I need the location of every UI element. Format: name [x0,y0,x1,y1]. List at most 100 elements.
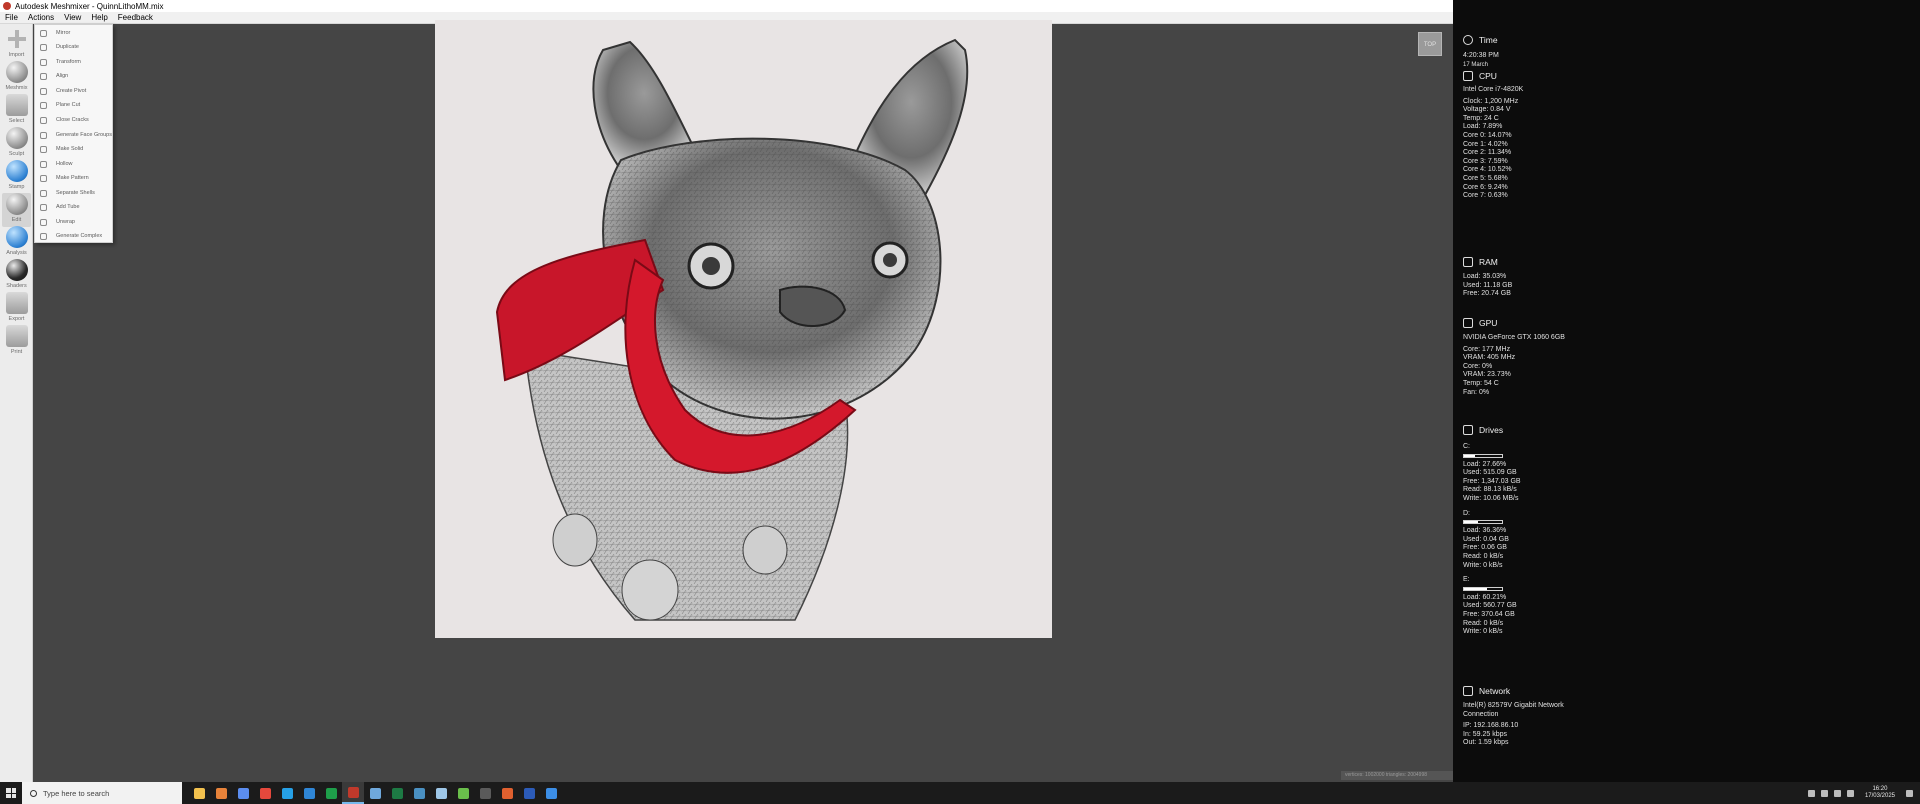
time-section: Time 4:20:38 PM 17 March [1463,35,1499,68]
left-toolbar: Import Meshmix Select Sculpt Stamp Edit … [0,24,33,782]
menu-file[interactable]: File [0,13,23,22]
drive-d-load-bar [1463,520,1503,525]
transform-icon [40,58,47,66]
print-icon [5,325,28,347]
hollow-icon [40,160,47,168]
network-section: Network Intel(R) 82579V Gigabit Network … [1463,686,1564,747]
drive-icon [1463,425,1473,435]
drive-e-load-bar [1463,586,1503,591]
tool-edit[interactable]: Edit [2,193,31,227]
taskbar-app-app-3[interactable] [232,782,254,804]
network-tray-icon[interactable] [1820,789,1828,797]
taskbar-app-skype[interactable] [276,782,298,804]
taskbar-apps [188,782,562,804]
onedrive-icon[interactable] [1846,789,1854,797]
edit-menu: Mirror Duplicate Transform Align Create … [34,24,113,243]
plus-icon [6,28,28,50]
taskbar-search[interactable]: Type here to search [22,782,182,804]
taskbar-app-app-11[interactable] [408,782,430,804]
taskbar-app-excel-x[interactable] [320,782,342,804]
dog-model-render [495,38,969,621]
taskbar-clock[interactable]: 16:20 17/03/2025 [1865,786,1895,800]
menu-item-transform[interactable]: Transform [35,55,112,69]
menu-item-separate-shells[interactable]: Separate Shells [35,186,112,200]
volume-icon[interactable] [1833,789,1841,797]
tool-export[interactable]: Export [2,292,31,326]
close-cracks-icon [40,116,47,124]
excel-x-icon [325,787,337,799]
taskbar-app-app-12[interactable] [430,782,452,804]
menu-item-make-pattern[interactable]: Make Pattern [35,171,112,185]
taskbar-app-app-17[interactable] [540,782,562,804]
chrome-icon [259,787,271,799]
menu-view[interactable]: View [59,13,86,22]
menu-item-make-solid[interactable]: Make Solid [35,142,112,156]
monitor-icon [1463,318,1473,328]
taskbar-app-file-explorer[interactable] [188,782,210,804]
menu-item-generate-face-groups[interactable]: Generate Face Groups [35,128,112,142]
system-monitor-sidebar: Time 4:20:38 PM 17 March CPU Intel Core … [1453,0,1920,782]
drives-section: Drives C: Load: 27.66% Used: 515.09 GB F… [1463,425,1521,636]
taskbar-app-app-15[interactable] [496,782,518,804]
menu-item-plane-cut[interactable]: Plane Cut [35,98,112,112]
tool-sculpt[interactable]: Sculpt [2,127,31,161]
taskbar: Type here to search 16:20 17/03/2025 [0,782,1920,804]
menu-item-create-pivot[interactable]: Create Pivot [35,84,112,98]
taskbar-app-mail[interactable] [210,782,232,804]
view-cube[interactable]: TOP [1418,32,1442,56]
menu-item-unwrap[interactable]: Unwrap [35,215,112,229]
chevron-up-icon[interactable] [1807,789,1815,797]
plane-cut-icon [40,101,47,109]
taskbar-app-app-13[interactable] [452,782,474,804]
menu-item-align[interactable]: Align [35,69,112,83]
taskbar-app-excel[interactable] [386,782,408,804]
tool-meshmix[interactable]: Meshmix [2,61,31,95]
app-12-icon [435,787,447,799]
app-9-icon [369,787,381,799]
tool-select[interactable]: Select [2,94,31,128]
pattern-icon [40,174,47,182]
app-11-icon [413,787,425,799]
drive-c-load-bar [1463,453,1503,458]
make-solid-icon [40,145,47,153]
menu-item-generate-complex[interactable]: Generate Complex [35,229,112,243]
pivot-icon [40,87,47,95]
taskbar-app-app-14[interactable] [474,782,496,804]
taskbar-app-app-9[interactable] [364,782,386,804]
menu-item-mirror[interactable]: Mirror [35,26,112,40]
menu-item-hollow[interactable]: Hollow [35,157,112,171]
menu-help[interactable]: Help [86,13,112,22]
shaders-icon [5,259,28,281]
tool-print[interactable]: Print [2,325,31,359]
start-button[interactable] [0,782,22,804]
unwrap-icon [40,218,47,226]
ram-section: RAM Load: 35.03% Used: 11.18 GB Free: 20… [1463,257,1513,298]
notifications-icon[interactable] [1906,789,1913,797]
tool-analysis[interactable]: Analysis [2,226,31,260]
lithophane-model[interactable] [435,20,1052,638]
menu-feedback[interactable]: Feedback [113,13,158,22]
taskbar-app-chrome[interactable] [254,782,276,804]
tool-import[interactable]: Import [2,28,31,62]
export-icon [5,292,28,314]
taskbar-app-meshmixer[interactable] [342,782,364,804]
menu-item-add-tube[interactable]: Add Tube [35,200,112,214]
app-15-icon [501,787,513,799]
tool-stamp[interactable]: Stamp [2,160,31,194]
3d-viewport[interactable]: TOP vertices: 1002000 triangles: 2004998 [33,20,1453,782]
menu-item-close-cracks[interactable]: Close Cracks [35,113,112,127]
meshmix-icon [5,61,28,83]
ram-icon [1463,257,1473,267]
app-17-icon [545,787,557,799]
windows-icon [6,788,16,798]
taskbar-app-app-6[interactable] [298,782,320,804]
menu-actions[interactable]: Actions [23,13,59,22]
separate-shells-icon [40,189,47,197]
tool-shaders[interactable]: Shaders [2,259,31,293]
cpu-icon [1463,71,1473,81]
drive-c-load-fill [1464,454,1475,457]
network-icon [1463,686,1473,696]
taskbar-app-app-16[interactable] [518,782,540,804]
menu-item-duplicate[interactable]: Duplicate [35,40,112,54]
gpu-section: GPU NVIDIA GeForce GTX 1060 6GB Core: 17… [1463,318,1565,396]
